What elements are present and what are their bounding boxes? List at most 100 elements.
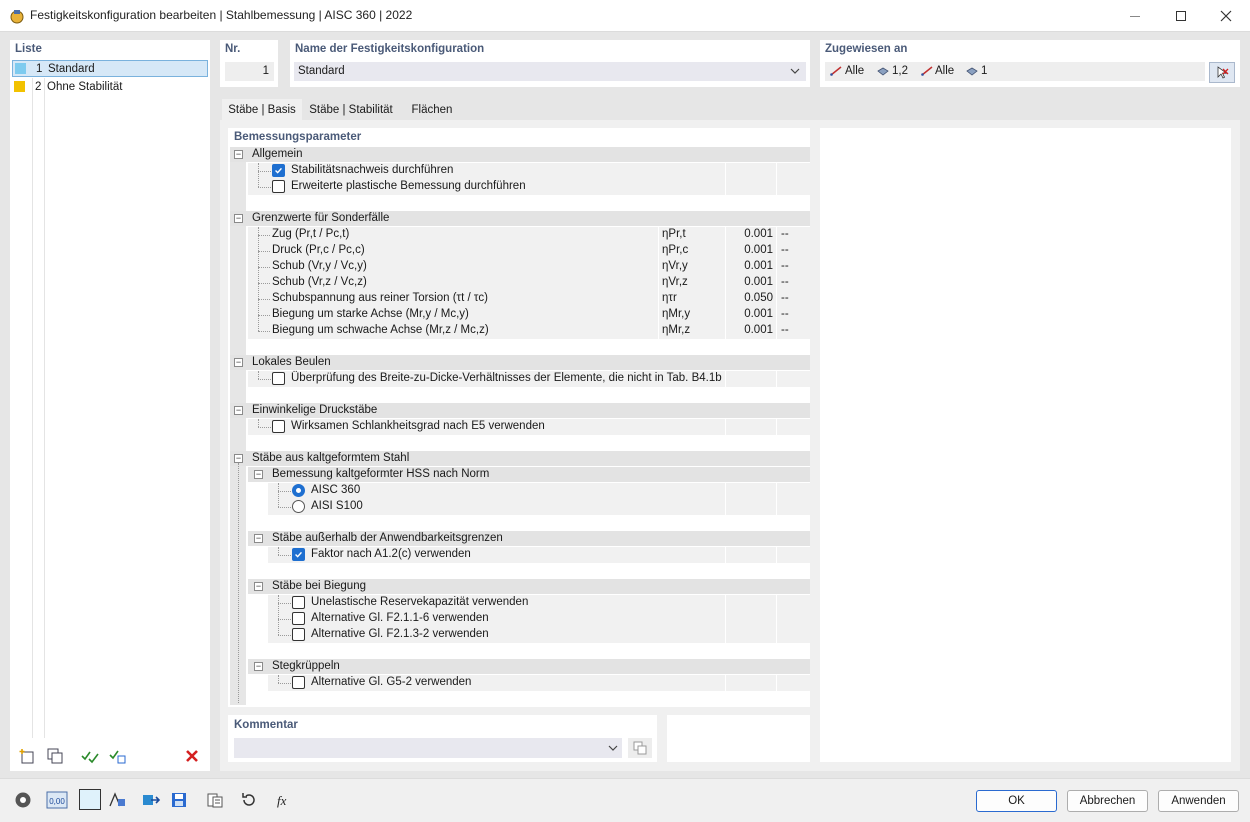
name-header: Name der Festigkeitskonfiguration [295, 43, 485, 55]
close-icon [1220, 10, 1232, 22]
plastic-design-label: Erweiterte plastische Bemessung durchfüh… [291, 180, 526, 192]
comment-aux-panel [667, 715, 810, 762]
library-icon [207, 793, 223, 808]
stability-check-label: Stabilitätsnachweis durchführen [291, 164, 454, 176]
limit-value-input[interactable]: 0.001 [727, 276, 773, 288]
tree-line [258, 419, 259, 427]
library-button[interactable] [202, 789, 228, 811]
limit-value-input[interactable]: 0.050 [727, 292, 773, 304]
decimals-button[interactable]: 0,00 [44, 789, 70, 811]
collapse-icon[interactable]: − [234, 454, 243, 463]
limit-value-input[interactable]: 0.001 [727, 260, 773, 272]
col-sep [725, 483, 726, 515]
uncheck-button[interactable] [106, 745, 130, 766]
collapse-icon[interactable]: − [234, 358, 243, 367]
alt-g52-label: Alternative Gl. G5-2 verwenden [311, 676, 472, 688]
aisc360-radio[interactable] [292, 484, 305, 497]
collapse-icon[interactable]: − [254, 470, 263, 479]
name-select[interactable]: Standard [294, 62, 806, 81]
collapse-icon[interactable]: − [234, 214, 243, 223]
save-button[interactable] [166, 789, 192, 811]
tree-line [258, 331, 270, 332]
group-title: Stäbe aus kaltgeformtem Stahl [252, 452, 410, 464]
check-all-button[interactable] [78, 745, 102, 766]
list-item[interactable]: 1 Standard [12, 60, 208, 77]
color-button[interactable] [79, 789, 101, 810]
col-sep [776, 483, 777, 515]
limit-value-input[interactable]: 0.001 [727, 228, 773, 240]
svg-text:0,00: 0,00 [49, 797, 65, 806]
reset-icon [242, 793, 255, 806]
col-sep [776, 371, 777, 387]
tree-line [278, 635, 291, 636]
new-item-button[interactable] [15, 745, 39, 766]
tree-line [258, 427, 271, 428]
group-title: Lokales Beulen [252, 356, 331, 368]
tree-line [238, 463, 239, 703]
minimize-icon [1130, 15, 1140, 17]
assigned-item: 1,2 [892, 65, 908, 77]
tab-flaechen[interactable]: Flächen [402, 99, 462, 121]
limit-unit: -- [781, 324, 789, 336]
limit-value-input[interactable]: 0.001 [727, 308, 773, 320]
parameters-header: Bemessungsparameter [234, 131, 362, 143]
col-sep [776, 675, 777, 691]
ok-button[interactable]: OK [976, 790, 1057, 812]
units-button[interactable] [104, 789, 130, 811]
stability-check-checkbox[interactable] [272, 164, 285, 177]
factor-a12c-checkbox[interactable] [292, 548, 305, 561]
assigned-header: Zugewiesen an [825, 43, 908, 55]
member-set-icon [877, 67, 889, 76]
aisi-s100-radio[interactable] [292, 500, 305, 513]
collapse-icon[interactable]: − [234, 150, 243, 159]
help-button[interactable] [10, 789, 36, 811]
copy-icon [47, 748, 63, 763]
minimize-button[interactable] [1112, 0, 1158, 32]
copy-item-button[interactable] [43, 745, 67, 766]
col-sep [776, 227, 777, 339]
group-allgemein[interactable] [230, 147, 810, 162]
cancel-button[interactable]: Abbrechen [1067, 790, 1148, 812]
close-button[interactable] [1203, 0, 1249, 32]
window-title: Festigkeitskonfiguration bearbeiten | St… [30, 8, 413, 22]
reset-button[interactable] [236, 789, 262, 811]
comment-header: Kommentar [234, 719, 298, 731]
tree-line [258, 251, 270, 252]
comment-input[interactable] [234, 738, 622, 758]
col-sep [776, 163, 777, 195]
col-sep [725, 371, 726, 387]
tree-line [278, 683, 291, 684]
member-icon [830, 66, 842, 76]
inelastic-reserve-checkbox[interactable] [292, 596, 305, 609]
tab-staebe-stabilitaet[interactable]: Stäbe | Stabilität [302, 99, 400, 121]
select-objects-button[interactable] [1209, 62, 1235, 83]
maximize-button[interactable] [1158, 0, 1204, 32]
alt-f2116-checkbox[interactable] [292, 612, 305, 625]
assigned-field: Alle 1,2 Alle 1 [825, 62, 1205, 81]
limit-value-input[interactable]: 0.001 [727, 244, 773, 256]
slenderness-e5-checkbox[interactable] [272, 420, 285, 433]
collapse-icon[interactable]: − [254, 582, 263, 591]
list-item[interactable]: 2 Ohne Stabilität [12, 78, 208, 95]
collapse-icon[interactable]: − [254, 662, 263, 671]
alt-g52-checkbox[interactable] [292, 676, 305, 689]
limit-label: Schub (Vr,y / Vc,y) [272, 260, 367, 272]
collapse-icon[interactable]: − [254, 534, 263, 543]
comment-library-button[interactable] [628, 738, 652, 758]
limit-value-input[interactable]: 0.001 [727, 324, 773, 336]
formula-button[interactable]: fx [271, 789, 297, 811]
export-button[interactable] [138, 789, 164, 811]
alt-f2132-checkbox[interactable] [292, 628, 305, 641]
copy-icon [633, 741, 647, 755]
plastic-design-checkbox[interactable] [272, 180, 285, 193]
col-sep [776, 595, 777, 643]
alt-f2116-label: Alternative Gl. F2.1.1-6 verwenden [311, 612, 489, 624]
tab-staebe-basis[interactable]: Stäbe | Basis [222, 99, 302, 121]
apply-button[interactable]: Anwenden [1158, 790, 1239, 812]
delete-button[interactable] [180, 745, 204, 766]
collapse-icon[interactable]: − [234, 406, 243, 415]
width-thickness-checkbox[interactable] [272, 372, 285, 385]
col-sep [725, 595, 726, 643]
select-pointer-icon [1217, 65, 1229, 79]
chevron-down-icon [790, 68, 800, 74]
